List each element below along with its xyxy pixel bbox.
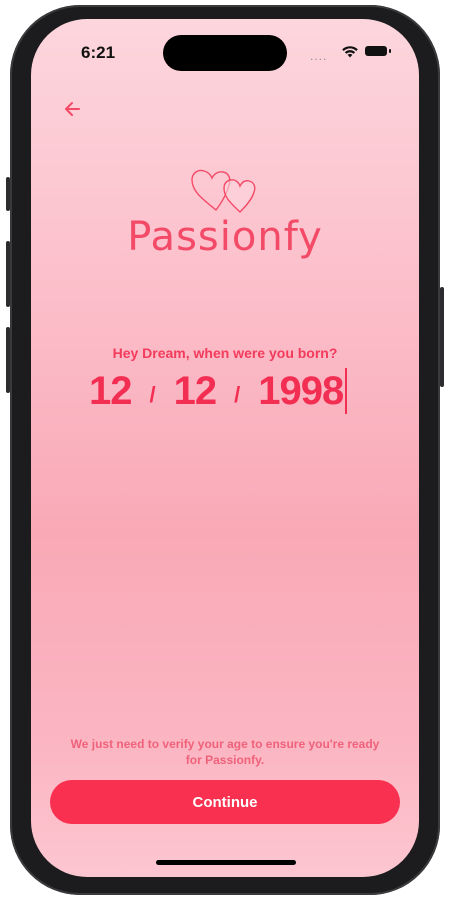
- birthday-prompt: Hey Dream, when were you born?: [112, 345, 338, 361]
- action-button: [6, 177, 10, 211]
- continue-button[interactable]: Continue: [50, 780, 400, 824]
- year-field[interactable]: 1998: [258, 369, 344, 414]
- volume-up-button: [6, 241, 10, 307]
- day-field[interactable]: 12: [89, 369, 132, 414]
- date-separator: /: [149, 382, 156, 407]
- status-time: 6:21: [81, 43, 116, 62]
- dynamic-island: [163, 35, 287, 71]
- birthdate-input[interactable]: 12 / 12 / 1998: [89, 365, 348, 417]
- app-screen: 6:21 .... Passionfy Hey Dream, when were…: [31, 19, 419, 877]
- age-verification-note: We just need to verify your age to ensur…: [70, 737, 380, 767]
- signal-icon: ....: [310, 49, 328, 63]
- battery-icon: [365, 46, 391, 56]
- status-bar: 6:21 ....: [31, 19, 419, 79]
- wifi-icon: [342, 46, 358, 58]
- home-indicator[interactable]: [156, 860, 296, 865]
- brand-name: Passionfy: [127, 214, 323, 260]
- volume-down-button: [6, 327, 10, 393]
- date-separator: /: [234, 382, 241, 407]
- month-field[interactable]: 12: [174, 369, 217, 414]
- text-cursor: [345, 368, 348, 414]
- power-button: [440, 287, 444, 387]
- two-hearts-icon: [191, 169, 256, 213]
- back-arrow-icon[interactable]: [59, 95, 87, 123]
